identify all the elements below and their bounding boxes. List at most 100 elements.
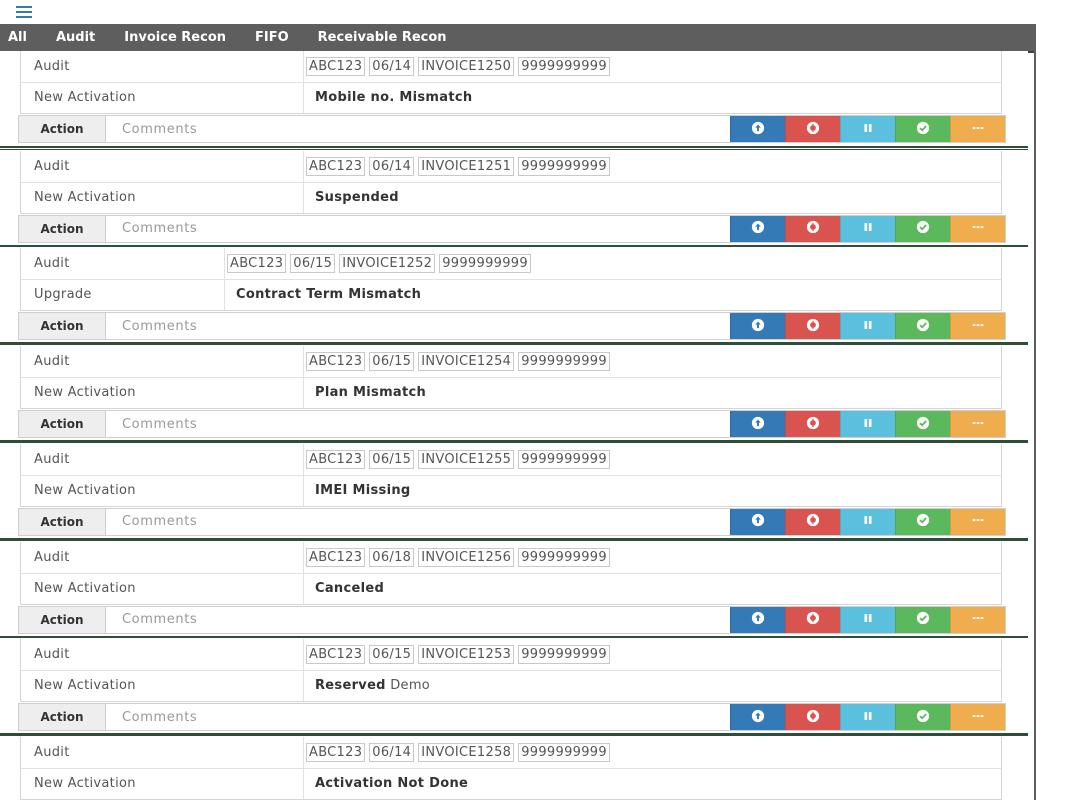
check-circle-icon <box>916 708 930 727</box>
upload-button[interactable] <box>730 508 785 535</box>
tab-receivable-recon[interactable]: Receivable Recon <box>318 30 447 45</box>
record-info: Audit ABC123 06/15 INVOICE1252 9999999999 U… <box>20 248 1002 312</box>
record-row: Upgrade Contract Term Mismatch <box>21 279 1001 310</box>
menu-icon[interactable] <box>16 6 32 18</box>
comments-input[interactable] <box>106 704 730 731</box>
upload-button[interactable] <box>730 116 785 142</box>
pause-button[interactable] <box>840 313 895 340</box>
comments-input[interactable] <box>106 116 730 142</box>
record-type: Audit <box>34 354 70 370</box>
dollar-circle-icon <box>806 120 820 139</box>
ref-value: INVOICE1254 <box>418 352 515 372</box>
ref-value: ABC123 <box>306 156 366 176</box>
check-circle-icon <box>916 610 930 629</box>
arrow-up-circle-icon <box>751 120 765 139</box>
comments-input[interactable] <box>106 508 730 535</box>
tab-all[interactable]: All <box>8 30 27 45</box>
ref-value: ABC123 <box>306 742 366 762</box>
record-row: Audit ABC123 06/14 INVOICE1250 9999999999 <box>21 51 1001 83</box>
approve-button[interactable] <box>895 704 950 731</box>
reject-button[interactable] <box>785 116 840 142</box>
reject-button[interactable] <box>785 606 840 633</box>
ellipsis-icon <box>971 120 985 139</box>
record-info: Audit ABC123 06/15 INVOICE1255 9999999999 N… <box>20 443 1002 507</box>
approve-button[interactable] <box>895 116 950 142</box>
reject-button[interactable] <box>785 704 840 731</box>
record-card: Audit ABC123 06/14 INVOICE1251 9999999999 N… <box>0 148 1028 247</box>
ref-value: 06/14 <box>369 742 415 762</box>
action-button[interactable]: Action <box>19 313 106 340</box>
action-button[interactable]: Action <box>19 704 106 731</box>
pause-button[interactable] <box>840 411 895 438</box>
record-type: Audit <box>34 647 70 663</box>
action-button[interactable]: Action <box>19 411 106 438</box>
comments-input[interactable] <box>106 606 730 633</box>
action-bar: Action <box>18 410 1006 439</box>
more-button[interactable] <box>950 313 1005 340</box>
tab-audit[interactable]: Audit <box>56 30 95 45</box>
reject-button[interactable] <box>785 508 840 535</box>
record-row: Audit ABC123 06/14 INVOICE1258 9999999999 <box>21 737 1001 769</box>
action-bar: Action <box>18 703 1006 732</box>
arrow-up-circle-icon <box>751 708 765 727</box>
action-button[interactable]: Action <box>19 215 106 242</box>
pause-button[interactable] <box>840 606 895 633</box>
record-card: Audit ABC123 06/15 INVOICE1255 9999999999 N… <box>0 441 1028 540</box>
more-button[interactable] <box>950 704 1005 731</box>
ref-value: 06/14 <box>369 156 415 176</box>
reject-button[interactable] <box>785 411 840 438</box>
action-button[interactable]: Action <box>19 116 106 142</box>
record-card: Audit ABC123 06/18 INVOICE1256 9999999999 N… <box>0 539 1028 638</box>
reject-button[interactable] <box>785 313 840 340</box>
tab-fifo[interactable]: FIFO <box>255 30 289 45</box>
pause-button[interactable] <box>840 215 895 242</box>
column-divider <box>303 639 304 702</box>
approve-button[interactable] <box>895 215 950 242</box>
upload-button[interactable] <box>730 313 785 340</box>
record-row: Audit ABC123 06/15 INVOICE1252 9999999999 <box>21 248 1001 281</box>
status-label: Canceled <box>315 580 385 596</box>
reference-group: ABC123 06/14 INVOICE1258 9999999999 <box>306 742 610 762</box>
tab-invoice-recon[interactable]: Invoice Recon <box>124 30 226 45</box>
ellipsis-icon <box>971 219 985 238</box>
upload-button[interactable] <box>730 215 785 242</box>
status-note: Demo <box>390 678 431 694</box>
upload-button[interactable] <box>730 704 785 731</box>
reference-group: ABC123 06/15 INVOICE1255 9999999999 <box>306 449 610 469</box>
upload-button[interactable] <box>730 411 785 438</box>
ref-value: INVOICE1250 <box>418 57 515 76</box>
more-button[interactable] <box>950 116 1005 142</box>
status-text: Activation Not Done <box>315 776 468 791</box>
status-label: Plan Mismatch <box>315 385 427 401</box>
pause-button[interactable] <box>840 116 895 142</box>
ref-value: ABC123 <box>306 57 366 76</box>
record-type: Audit <box>34 549 70 565</box>
pause-button[interactable] <box>840 508 895 535</box>
pause-icon <box>861 120 875 139</box>
approve-button[interactable] <box>895 313 950 340</box>
pause-button[interactable] <box>840 704 895 731</box>
upload-button[interactable] <box>730 606 785 633</box>
comments-input[interactable] <box>106 313 730 340</box>
reject-button[interactable] <box>785 215 840 242</box>
more-button[interactable] <box>950 606 1005 633</box>
action-button[interactable]: Action <box>19 606 106 633</box>
activation-type: New Activation <box>34 678 136 694</box>
nav-tabs: All Audit Invoice Recon FIFO Receivable … <box>0 24 1035 53</box>
status-text: Canceled <box>315 581 384 596</box>
column-divider <box>303 51 304 113</box>
reference-group: ABC123 06/15 INVOICE1254 9999999999 <box>306 352 610 372</box>
more-button[interactable] <box>950 215 1005 242</box>
approve-button[interactable] <box>895 411 950 438</box>
ref-value: 9999999999 <box>518 547 610 567</box>
dollar-circle-icon <box>806 415 820 434</box>
record-row: New Activation Suspended <box>21 182 1001 213</box>
more-button[interactable] <box>950 508 1005 535</box>
reference-group: ABC123 06/15 INVOICE1252 9999999999 <box>227 254 531 274</box>
comments-input[interactable] <box>106 215 730 242</box>
approve-button[interactable] <box>895 508 950 535</box>
approve-button[interactable] <box>895 606 950 633</box>
comments-input[interactable] <box>106 411 730 438</box>
action-button[interactable]: Action <box>19 508 106 535</box>
more-button[interactable] <box>950 411 1005 438</box>
